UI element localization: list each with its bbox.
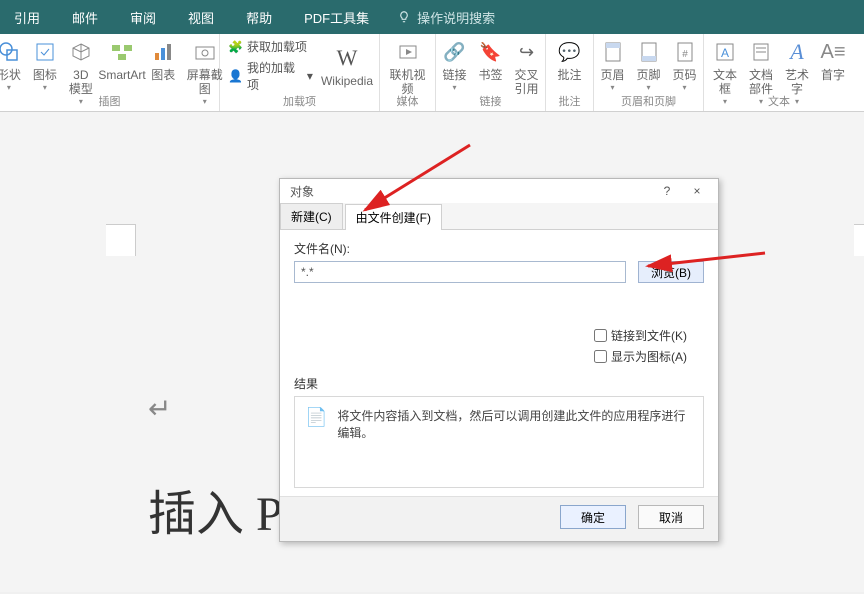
tell-me-placeholder: 操作说明搜索 <box>417 8 495 27</box>
comment-icon: 💬 <box>558 42 580 63</box>
object-dialog: 对象 ? × 新建(C) 由文件创建(F) 文件名(N): 浏览(B) 链接到文… <box>279 178 719 542</box>
link-button[interactable]: 🔗 链接▾ <box>442 38 468 92</box>
addin-icon: 👤 <box>228 69 243 83</box>
ribbon-tab-mailings[interactable]: 邮件 <box>68 8 102 27</box>
crossref-button[interactable]: ↪ 交叉引用 <box>514 38 540 96</box>
bookmark-button[interactable]: 🔖 书签 <box>478 38 504 82</box>
tab-create-from-file[interactable]: 由文件创建(F) <box>345 204 442 230</box>
result-label: 结果 <box>294 375 704 392</box>
camera-icon <box>194 41 216 63</box>
crossref-icon: ↪ <box>519 42 534 63</box>
ribbon-tab-review[interactable]: 审阅 <box>126 8 160 27</box>
cancel-button[interactable]: 取消 <box>638 505 704 529</box>
ribbon-tab-references[interactable]: 引用 <box>10 8 44 27</box>
pagenum-button[interactable]: # 页码▾ <box>672 38 698 92</box>
icons-icon <box>34 41 56 63</box>
group-label-headerfooter: 页眉和页脚 <box>594 93 703 109</box>
docparts-icon <box>751 42 771 62</box>
header-icon <box>604 41 622 63</box>
paragraph-mark-icon: ↵ <box>148 392 171 426</box>
dialog-help-button[interactable]: ? <box>652 181 682 201</box>
ribbon-tab-pdftools[interactable]: PDF工具集 <box>300 8 373 27</box>
bookmark-icon: 🔖 <box>479 42 501 63</box>
my-addins-button[interactable]: 👤我的加载项▾ <box>228 59 313 93</box>
document-preview-icon: 📄 <box>305 407 327 441</box>
display-as-icon-checkbox[interactable]: 显示为图标(A) <box>594 348 704 365</box>
footer-button[interactable]: 页脚▾ <box>636 38 662 92</box>
ok-button[interactable]: 确定 <box>560 505 626 529</box>
filename-input[interactable] <box>294 261 626 283</box>
filename-label: 文件名(N): <box>294 240 704 257</box>
tell-me-search[interactable]: 操作说明搜索 <box>397 8 495 27</box>
store-icon: 🧩 <box>228 40 243 54</box>
shapes-button[interactable]: 形状▾ <box>0 38 22 92</box>
video-icon <box>397 41 419 63</box>
dropcap-button[interactable]: A≡ 首字 <box>820 38 846 82</box>
checkbox-icon[interactable] <box>594 350 607 363</box>
checkbox-icon[interactable] <box>594 329 607 342</box>
group-label-illustration: 插图 <box>0 93 219 109</box>
page-margin-left <box>106 224 136 256</box>
cube-icon <box>70 41 92 63</box>
dropcap-icon: A≡ <box>820 41 845 64</box>
bulb-icon <box>397 10 411 24</box>
group-label-links: 链接 <box>436 93 545 109</box>
shapes-icon <box>0 41 20 63</box>
tab-create-new[interactable]: 新建(C) <box>280 203 343 229</box>
page-margin-right <box>854 224 864 256</box>
ribbon-tab-bar: 引用 邮件 审阅 视图 帮助 PDF工具集 操作说明搜索 <box>0 0 864 34</box>
group-label-media: 媒体 <box>380 93 435 109</box>
browse-button[interactable]: 浏览(B) <box>638 261 704 283</box>
svg-text:A: A <box>721 46 729 60</box>
svg-text:#: # <box>682 49 688 60</box>
dialog-title-text: 对象 <box>290 183 314 200</box>
ribbon-panel: 形状▾ 图标▾ 3D 模型▾ SmartArt 图表 屏幕截图▾ <box>0 34 864 112</box>
ribbon-tab-view[interactable]: 视图 <box>184 8 218 27</box>
header-button[interactable]: 页眉▾ <box>600 38 626 92</box>
comment-button[interactable]: 💬 批注 <box>557 38 583 82</box>
online-video-button[interactable]: 联机视频 <box>388 38 427 96</box>
smartart-icon <box>110 41 134 63</box>
pagenum-icon: # <box>676 41 694 63</box>
dialog-footer: 确定 取消 <box>280 496 718 541</box>
chart-icon <box>152 41 174 63</box>
footer-icon <box>640 41 658 63</box>
icons-button[interactable]: 图标▾ <box>32 38 58 92</box>
link-to-file-checkbox[interactable]: 链接到文件(K) <box>594 327 704 344</box>
ribbon-tab-help[interactable]: 帮助 <box>242 8 276 27</box>
result-description-text: 将文件内容插入到文档，然后可以调用创建此文件的应用程序进行编辑。 <box>337 407 693 441</box>
result-description-box: 📄 将文件内容插入到文档，然后可以调用创建此文件的应用程序进行编辑。 <box>294 396 704 488</box>
wikipedia-icon: W <box>337 45 358 71</box>
group-label-text: 文本 <box>704 93 854 109</box>
wordart-icon: A <box>790 39 803 65</box>
smartart-button[interactable]: SmartArt <box>104 38 140 82</box>
group-label-comments: 批注 <box>546 93 593 109</box>
chart-button[interactable]: 图表 <box>150 38 176 82</box>
link-icon: 🔗 <box>443 42 465 63</box>
dialog-tabstrip: 新建(C) 由文件创建(F) <box>280 203 718 230</box>
textbox-icon: A <box>715 42 735 62</box>
group-label-addins: 加载项 <box>220 93 379 109</box>
wikipedia-button[interactable]: W Wikipedia <box>323 44 371 88</box>
get-addins-button[interactable]: 🧩获取加载项 <box>228 38 313 55</box>
dialog-close-button[interactable]: × <box>682 181 712 201</box>
dialog-titlebar[interactable]: 对象 ? × <box>280 179 718 203</box>
